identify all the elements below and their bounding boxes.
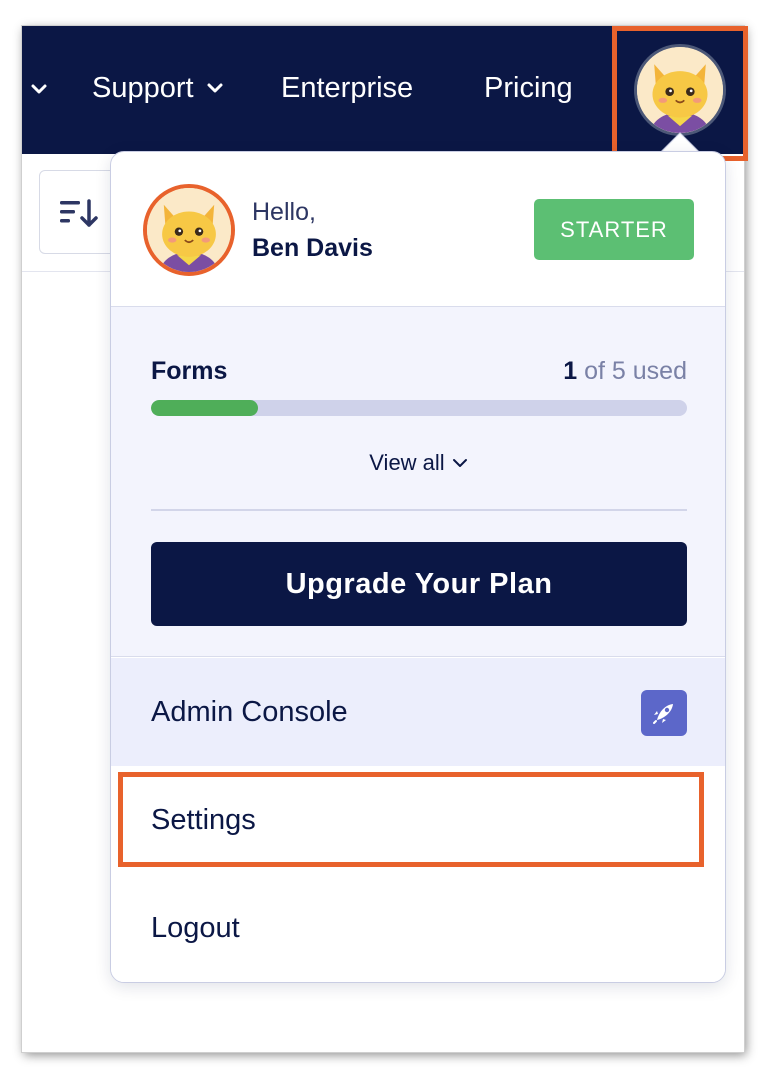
usage-count: 1 of 5 used [563, 357, 687, 386]
chevron-down-icon [204, 77, 226, 99]
plan-badge: STARTER [534, 199, 694, 260]
nav-pricing[interactable]: Pricing [484, 70, 573, 106]
upgrade-plan-button[interactable]: Upgrade Your Plan [151, 542, 687, 626]
settings-highlight [118, 772, 704, 867]
user-info: Hello, Ben Davis STARTER [111, 152, 725, 307]
usage-progress-bar [151, 400, 687, 416]
view-all-link[interactable]: View all [111, 450, 725, 476]
menu-item-admin-console[interactable]: Admin Console [111, 658, 725, 766]
menu-item-logout[interactable]: Logout [111, 874, 725, 982]
greeting-text: Hello, [252, 198, 316, 226]
usage-used-suffix: of 5 used [577, 357, 687, 385]
nav-enterprise[interactable]: Enterprise [281, 70, 413, 106]
menu-item-label: Logout [151, 911, 240, 944]
chevron-down-icon [452, 459, 467, 467]
nav-enterprise-label: Enterprise [281, 72, 414, 104]
nav-pricing-label: Pricing [484, 72, 573, 104]
rocket-icon [641, 690, 687, 736]
usage-used-count: 1 [563, 357, 578, 385]
chevron-down-icon[interactable] [28, 78, 50, 100]
usage-label: Forms [151, 357, 228, 385]
view-all-label: View all [369, 450, 445, 475]
nav-support[interactable]: Support [92, 70, 226, 106]
nav-support-label: Support [92, 72, 194, 104]
user-name: Ben Davis [252, 234, 373, 262]
usage-panel: Forms 1 of 5 used View all Upgrade Your … [111, 307, 725, 657]
usage-progress-fill [151, 400, 259, 416]
divider [151, 509, 687, 511]
sort-descending-icon [60, 199, 98, 227]
menu-item-label: Admin Console [151, 695, 348, 728]
cat-avatar-icon [147, 188, 231, 272]
avatar [143, 184, 235, 276]
